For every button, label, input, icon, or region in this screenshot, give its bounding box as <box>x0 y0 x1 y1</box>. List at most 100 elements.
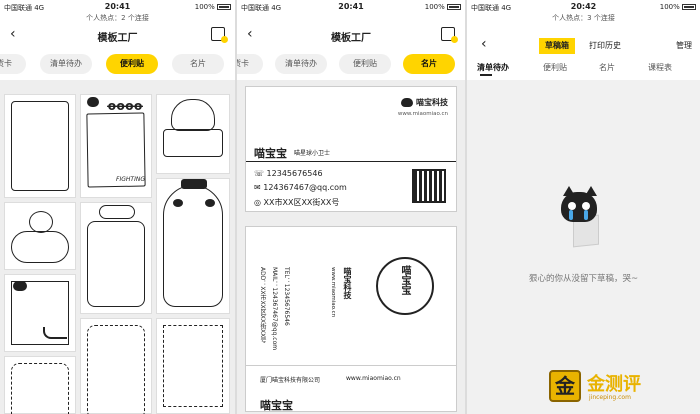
card-phone: ☏ 12345676546 <box>254 169 323 178</box>
note-template[interactable] <box>4 356 76 414</box>
flower-icon <box>99 205 135 219</box>
cat-head-shape <box>561 192 597 222</box>
panda-eye-icon <box>205 199 215 207</box>
card-rule <box>246 161 456 162</box>
fighting-text: FIGHTING <box>116 176 145 183</box>
note-template[interactable] <box>156 178 230 314</box>
status-bar: 中国联通 4G 20:42 100% 个人热点：3 个连接 <box>467 0 700 24</box>
note-frame <box>11 101 69 191</box>
tear-shape <box>569 210 573 220</box>
page-title: 模板工厂 <box>331 33 371 44</box>
subtab-timetable[interactable]: 课程表 <box>648 62 672 73</box>
manage-button[interactable]: 管理 <box>676 40 692 51</box>
card-back-mail: MAIL：124367467@qq.com <box>271 267 278 351</box>
active-subtab-indicator <box>480 74 492 76</box>
drafts-icon[interactable] <box>441 27 458 43</box>
note-frame <box>11 231 69 263</box>
card-phone-text: 12345676546 <box>266 169 323 178</box>
page-title: 模板工厂 <box>97 33 138 44</box>
tab-business-card[interactable]: 名片 <box>403 54 455 74</box>
tab-sticky-notes[interactable]: 便利贴 <box>106 54 158 74</box>
card-front-template[interactable]: 喵宝科技 www.miaomiao.cn 喵宝宝 喵星球小卫士 ☏ 123456… <box>245 86 457 212</box>
crying-cat-icon <box>559 186 609 250</box>
nav-bar: ‹ 模板工厂 <box>237 24 465 46</box>
note-frame <box>163 325 223 407</box>
battery-icon <box>682 4 696 10</box>
bicycle-icon <box>43 327 67 339</box>
drafts-icon[interactable] <box>211 27 228 43</box>
note-template[interactable] <box>80 202 152 314</box>
back-arrow-icon[interactable]: ‹ <box>481 36 487 52</box>
watermark-logo-icon: 金 <box>549 370 581 402</box>
note-template[interactable] <box>156 318 230 414</box>
tear-shape <box>584 210 588 220</box>
cat-icon <box>87 97 99 107</box>
battery-indicator: 100% <box>425 3 461 11</box>
cat-ear-shape <box>585 186 597 196</box>
note-frame <box>87 221 145 307</box>
cat-eye-shape <box>568 202 576 210</box>
card-subtitle: 喵星球小卫士 <box>294 150 331 157</box>
subtab-business-card[interactable]: 名片 <box>599 62 615 73</box>
watermark-site: jinceping.com <box>589 394 631 401</box>
template-tabs: 换货卡 清单待办 便利贴 名片 <box>237 54 465 74</box>
cat-logo-icon <box>401 98 414 107</box>
qr-code-icon <box>410 167 448 205</box>
note-template[interactable] <box>4 202 76 270</box>
screen-drafts: 中国联通 4G 20:42 100% 个人热点：3 个连接 ‹ 草稿箱 打印历史… <box>467 0 700 414</box>
card-back-tel: TEL：12345676546 <box>283 267 290 326</box>
status-bar: 中国联通 4G 20:41 100% <box>237 0 465 24</box>
tab-exchange-card[interactable]: 换货卡 <box>237 54 263 74</box>
note-template[interactable] <box>156 94 230 174</box>
cat-icon <box>13 281 27 291</box>
subtab-sticky-notes[interactable]: 便利贴 <box>543 62 567 73</box>
card-circle-name: 喵宝宝 <box>399 265 410 295</box>
battery-percent: 100% <box>659 3 680 11</box>
elephant-icon <box>171 99 215 131</box>
nav-bar: ‹ 模板工厂 <box>0 24 235 46</box>
panda-eye-icon <box>173 199 183 207</box>
drafts-nav: ‹ 草稿箱 打印历史 管理 <box>467 36 700 56</box>
card-company: 喵宝科技 <box>401 97 448 108</box>
watermark-brand: 金测评 <box>587 374 641 395</box>
card-name: 喵宝宝 <box>254 147 287 160</box>
screen-business-card: 中国联通 4G 20:41 100% ‹ 模板工厂 换货卡 清单待办 便利贴 名… <box>237 0 465 414</box>
card-back-address: ADD：XX市XX区XX街XX号 <box>259 267 266 344</box>
note-template[interactable]: ꝋꝋꝋꝋ FIGHTING <box>80 94 152 198</box>
segment-print-history[interactable]: 打印历史 <box>583 38 627 54</box>
card-company-text: 喵宝科技 <box>416 98 448 107</box>
battery-icon <box>217 4 231 10</box>
template-tabs: 换货卡 清单待办 便利贴 名片 <box>0 54 235 74</box>
card-list: 喵宝科技 www.miaomiao.cn 喵宝宝 喵星球小卫士 ☏ 123456… <box>237 80 465 414</box>
note-template[interactable] <box>4 274 76 352</box>
card-url: www.miaomiao.cn <box>397 111 448 117</box>
hotspot-banner: 个人热点：3 个连接 <box>552 14 615 22</box>
tab-sticky-notes[interactable]: 便利贴 <box>339 54 391 74</box>
card-email-text: 124367467@qq.com <box>263 183 347 192</box>
tab-todo-list[interactable]: 清单待办 <box>40 54 92 74</box>
card-email: ✉ 124367467@qq.com <box>254 183 347 192</box>
note-frame <box>87 325 145 414</box>
template-grid: ꝋꝋꝋꝋ FIGHTING <box>0 80 235 414</box>
segment-drafts[interactable]: 草稿箱 <box>539 38 575 54</box>
cat-eye-shape <box>582 202 590 210</box>
status-bar: 中国联通 4G 20:41 100% 个人热点：2 个连接 <box>0 0 235 24</box>
drafts-subtabs: 清单待办 便利贴 名片 课程表 <box>467 62 700 76</box>
hat-icon <box>181 179 207 189</box>
card-footer-company: 厦门喵宝科技有限公司 <box>260 377 321 384</box>
tab-exchange-card[interactable]: 换货卡 <box>0 54 26 74</box>
watermark: 金 金测评 jinceping.com <box>549 370 689 406</box>
card-fold-line <box>246 365 456 366</box>
note-frame <box>163 129 223 157</box>
note-template[interactable] <box>4 94 76 198</box>
subtab-todo-list[interactable]: 清单待办 <box>477 62 509 73</box>
note-template[interactable] <box>80 318 152 414</box>
tab-todo-list[interactable]: 清单待办 <box>275 54 327 74</box>
card-address: ◎ XX市XX区XX街XX号 <box>254 198 340 207</box>
card-back-template[interactable]: 喵宝宝 喵宝科技 www.miaomiao.cn TEL：12345676546… <box>245 226 457 412</box>
empty-state-text: 狠心的你从没留下草稿，哭~ <box>528 274 639 284</box>
cat-ear-shape <box>563 186 575 196</box>
tab-business-card[interactable]: 名片 <box>172 54 224 74</box>
bear-icon <box>29 211 53 233</box>
battery-indicator: 100% <box>195 3 231 11</box>
